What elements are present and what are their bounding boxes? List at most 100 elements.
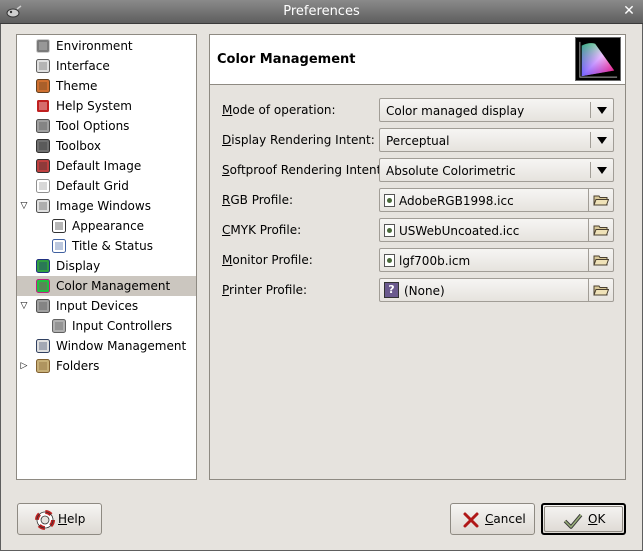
tree-item-display[interactable]: Display bbox=[17, 256, 196, 276]
rgb-profile-label: RGB Profile: bbox=[222, 193, 294, 207]
icc-file-icon bbox=[384, 194, 395, 207]
tree-item-default-image[interactable]: Default Image bbox=[17, 156, 196, 176]
tree-item-label: Display bbox=[56, 259, 101, 273]
collapse-arrow-icon[interactable]: ▽ bbox=[19, 301, 29, 311]
file-name: USWebUncoated.icc bbox=[399, 224, 520, 238]
tree-item-label: Folders bbox=[56, 359, 100, 373]
file-name: lgf700b.icm bbox=[399, 254, 471, 268]
folder-open-icon[interactable] bbox=[593, 254, 609, 266]
printer-profile-label: Printer Profile: bbox=[222, 283, 308, 297]
cmyk-profile-row: CMYK Profile: USWebUncoated.icc bbox=[222, 218, 614, 242]
color-management-icon bbox=[36, 279, 50, 293]
tree-item-label: Help System bbox=[56, 99, 132, 113]
appearance-icon bbox=[52, 219, 66, 233]
help-system-icon bbox=[36, 99, 50, 113]
tree-item-color-management[interactable]: Color Management bbox=[17, 276, 196, 296]
tree-item-input-devices[interactable]: ▽ Input Devices bbox=[17, 296, 196, 316]
close-icon[interactable]: ✕ bbox=[621, 3, 637, 19]
tree-item-label: Appearance bbox=[72, 219, 145, 233]
preferences-panel: Color Management Mode of operation: Color… bbox=[209, 34, 626, 480]
combo-value: Absolute Colorimetric bbox=[386, 164, 516, 178]
toolbox-icon bbox=[36, 139, 50, 153]
combo-separator bbox=[590, 132, 591, 148]
rgb-profile-file-button[interactable]: AdobeRGB1998.icc bbox=[379, 188, 614, 212]
combo-separator bbox=[590, 162, 591, 178]
combo-value: Perceptual bbox=[386, 134, 450, 148]
input-devices-icon bbox=[36, 299, 50, 313]
tree-item-label: Tool Options bbox=[56, 119, 130, 133]
tree-item-environment[interactable]: Environment bbox=[17, 36, 196, 56]
file-name: (None) bbox=[404, 284, 445, 298]
help-button[interactable]: Help bbox=[17, 503, 102, 535]
tree-item-toolbox[interactable]: Toolbox bbox=[17, 136, 196, 156]
cmyk-profile-file-button[interactable]: USWebUncoated.icc bbox=[379, 218, 614, 242]
tree-item-label: Window Management bbox=[56, 339, 187, 353]
panel-title: Color Management bbox=[217, 52, 356, 67]
cancel-button[interactable]: Cancel bbox=[450, 503, 535, 535]
cmyk-profile-label: CMYK Profile: bbox=[222, 223, 302, 237]
softproof-rendering-intent-row: Softproof Rendering Intent: Absolute Colo… bbox=[222, 158, 614, 182]
icc-file-icon bbox=[384, 224, 395, 237]
folder-open-icon[interactable] bbox=[593, 194, 609, 206]
monitor-profile-row: Monitor Profile: lgf700b.icm bbox=[222, 248, 614, 272]
tree-item-window-management[interactable]: Window Management bbox=[17, 336, 196, 356]
tree-item-image-windows[interactable]: ▽ Image Windows bbox=[17, 196, 196, 216]
ok-button[interactable]: OK bbox=[541, 503, 626, 535]
collapse-arrow-icon[interactable]: ▽ bbox=[19, 201, 29, 211]
tree-item-help-system[interactable]: Help System bbox=[17, 96, 196, 116]
tree-item-label: Image Windows bbox=[56, 199, 151, 213]
softproof-rendering-intent-combo[interactable]: Absolute Colorimetric bbox=[379, 158, 614, 182]
file-button-separator bbox=[588, 279, 589, 301]
mode-of-operation-combo[interactable]: Color managed display bbox=[379, 98, 614, 122]
printer-profile-row: Printer Profile:? (None) bbox=[222, 278, 614, 302]
cancel-x-icon bbox=[463, 512, 479, 528]
default-image-icon bbox=[36, 159, 50, 173]
tree-item-title-status[interactable]: Title & Status bbox=[17, 236, 196, 256]
environment-icon bbox=[36, 39, 50, 53]
panel-header: Color Management bbox=[210, 35, 625, 85]
combo-separator bbox=[590, 102, 591, 118]
file-button-separator bbox=[588, 189, 589, 211]
tree-item-label: Default Grid bbox=[56, 179, 129, 193]
tree-item-label: Environment bbox=[56, 39, 133, 53]
category-tree[interactable]: Environment Interface Theme Help System Tool… bbox=[16, 34, 197, 480]
ok-button-label: OK bbox=[588, 512, 606, 526]
tree-item-default-grid[interactable]: Default Grid bbox=[17, 176, 196, 196]
display-rendering-intent-combo[interactable]: Perceptual bbox=[379, 128, 614, 152]
tree-item-appearance[interactable]: Appearance bbox=[17, 216, 196, 236]
tree-item-input-controllers[interactable]: Input Controllers bbox=[17, 316, 196, 336]
tree-item-theme[interactable]: Theme bbox=[17, 76, 196, 96]
unknown-file-icon: ? bbox=[384, 282, 399, 298]
monitor-profile-file-button[interactable]: lgf700b.icm bbox=[379, 248, 614, 272]
tree-item-label: Toolbox bbox=[56, 139, 101, 153]
monitor-profile-label: Monitor Profile: bbox=[222, 253, 313, 267]
icc-file-icon bbox=[384, 254, 395, 267]
help-button-label: Help bbox=[58, 512, 86, 526]
dropdown-arrow-icon bbox=[597, 107, 607, 114]
tree-item-label: Title & Status bbox=[72, 239, 153, 253]
tree-item-label: Input Controllers bbox=[72, 319, 173, 333]
title-bar: Preferences ✕ bbox=[0, 0, 643, 24]
display-rendering-intent-row: Display Rendering Intent: Perceptual bbox=[222, 128, 614, 152]
printer-profile-file-button[interactable]: ? (None) bbox=[379, 278, 614, 302]
title-status-icon bbox=[52, 239, 66, 253]
ok-button-focus-ring bbox=[544, 506, 623, 532]
dropdown-arrow-icon bbox=[597, 167, 607, 174]
folders-icon bbox=[36, 359, 50, 373]
lifebuoy-icon bbox=[35, 510, 55, 530]
interface-icon bbox=[36, 59, 50, 73]
tree-item-label: Color Management bbox=[56, 279, 171, 293]
display-icon bbox=[36, 259, 50, 273]
window-management-icon bbox=[36, 339, 50, 353]
expand-arrow-icon[interactable]: ▷ bbox=[19, 361, 29, 371]
tree-item-folders[interactable]: ▷ Folders bbox=[17, 356, 196, 376]
default-grid-icon bbox=[36, 179, 50, 193]
tree-item-label: Theme bbox=[56, 79, 98, 93]
file-name: AdobeRGB1998.icc bbox=[399, 194, 514, 208]
tree-item-interface[interactable]: Interface bbox=[17, 56, 196, 76]
tree-item-label: Default Image bbox=[56, 159, 142, 173]
folder-open-icon[interactable] bbox=[593, 224, 609, 236]
folder-open-icon[interactable] bbox=[593, 284, 609, 296]
tree-item-tool-options[interactable]: Tool Options bbox=[17, 116, 196, 136]
tree-item-label: Input Devices bbox=[56, 299, 139, 313]
